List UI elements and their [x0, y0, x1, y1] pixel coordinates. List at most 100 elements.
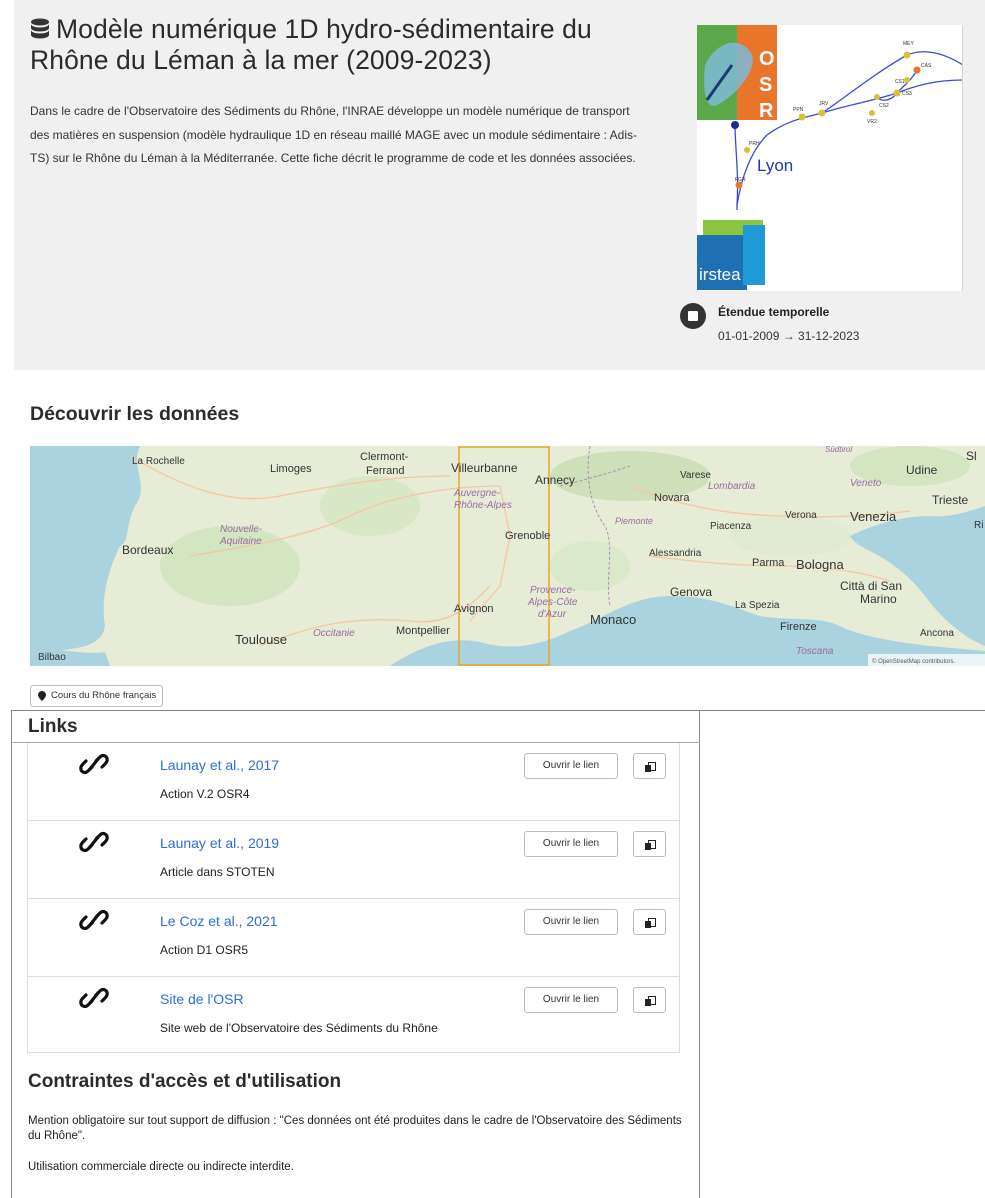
station-label: PRH — [749, 141, 760, 147]
map-label: Occitanie — [313, 628, 355, 639]
map-canvas[interactable]: La Rochelle Limoges Clermont- Ferrand Vi… — [30, 446, 985, 666]
map-label: La Rochelle — [132, 456, 185, 467]
link-subtitle: Action D1 OSR5 — [160, 943, 249, 957]
calendar-icon — [680, 303, 706, 329]
open-link-button[interactable]: Ouvrir le lien — [524, 987, 618, 1013]
link-title[interactable]: Launay et al., 2019 — [160, 835, 279, 851]
thumbnail-border — [962, 25, 963, 291]
page-title: Modèle numérique 1D hydro-sédimentaire d… — [30, 14, 670, 76]
station-label: FGR — [735, 177, 746, 183]
map-label: Bordeaux — [122, 543, 173, 557]
map-label: Parma — [752, 557, 785, 569]
map-label: Limoges — [270, 463, 312, 475]
link-row: Le Coz et al., 2021 Action D1 OSR5 Ouvri… — [28, 899, 679, 977]
page-title-wrap: Modèle numérique 1D hydro-sédimentaire d… — [30, 14, 670, 76]
copy-link-button[interactable] — [633, 831, 666, 857]
map-label: Bilbao — [38, 652, 66, 663]
map-label: Trieste — [932, 493, 969, 507]
database-icon — [31, 18, 49, 39]
link-icon — [79, 754, 109, 774]
map-label: Udine — [906, 463, 938, 477]
map-label: Auvergne- — [453, 488, 501, 499]
link-title[interactable]: Le Coz et al., 2021 — [160, 913, 278, 929]
temporal-extent-label: Étendue temporelle — [718, 305, 830, 319]
map-label: Toulouse — [235, 632, 287, 647]
osr-letter-s: S — [759, 74, 772, 96]
map-label: Marino — [860, 592, 897, 606]
link-title[interactable]: Site de l'OSR — [160, 991, 244, 1007]
station-label: CS1 — [895, 79, 905, 85]
link-row: Launay et al., 2019 Article dans STOTEN … — [28, 821, 679, 899]
osr-network-map-image: O S R MEY CAS CS1 CS2 CS3 JRV VR2 PPN PR… — [697, 25, 963, 291]
page-title-text: Modèle numérique 1D hydro-sédimentaire d… — [30, 14, 592, 75]
temporal-extent-range: 01-01-2009 → 31-12-2023 — [718, 329, 860, 343]
station-label: PPN — [793, 107, 804, 113]
map-label: Annecy — [535, 473, 575, 487]
link-subtitle: Article dans STOTEN — [160, 865, 275, 879]
constraints-mention: Mention obligatoire sur tout support de … — [28, 1115, 682, 1142]
station-label: CAS — [921, 63, 932, 69]
map-label: Toscana — [796, 646, 834, 657]
map-label: Piemonte — [615, 516, 653, 526]
map-legend-item[interactable]: Cours du Rhône français — [30, 685, 164, 707]
map-label: Venezia — [850, 509, 897, 524]
map-label: Lombardia — [708, 481, 756, 492]
constraints-usage: Utilisation commerciale directe ou indir… — [28, 1161, 294, 1173]
open-link-button[interactable]: Ouvrir le lien — [524, 831, 618, 857]
link-title[interactable]: Launay et al., 2017 — [160, 757, 279, 773]
dataset-description: Dans le cadre de l'Observatoire des Sédi… — [30, 104, 637, 165]
map-label: La Spezia — [735, 600, 780, 611]
map-label: Alpes-Côte — [527, 597, 578, 608]
discover-section-title: Découvrir les données — [30, 403, 240, 425]
link-icon — [79, 988, 109, 1008]
map-label: Varese — [680, 470, 711, 481]
station-label: CS3 — [902, 91, 912, 97]
constraints-section-title: Contraintes d'accès et d'utilisation — [28, 1071, 342, 1092]
links-list: Launay et al., 2017 Action V.2 OSR4 Ouvr… — [27, 743, 680, 1053]
copy-link-button[interactable] — [633, 987, 666, 1013]
map-pin-icon — [38, 691, 46, 701]
osr-letter-r: R — [759, 100, 774, 122]
map-label: Südtirol — [825, 446, 852, 454]
station-label: MEY — [903, 41, 915, 47]
map-label: Piacenza — [710, 521, 752, 532]
dataset-thumbnail[interactable]: O S R MEY CAS CS1 CS2 CS3 JRV VR2 PPN PR… — [697, 25, 963, 291]
map-label: Ri — [974, 520, 983, 531]
city-label-lyon: Lyon — [757, 156, 793, 175]
map-label: Ferrand — [366, 465, 405, 477]
copy-link-button[interactable] — [633, 909, 666, 935]
open-link-button[interactable]: Ouvrir le lien — [524, 909, 618, 935]
map-label: Veneto — [850, 478, 882, 489]
map-label: Novara — [654, 492, 690, 504]
map-label: Alessandria — [649, 548, 702, 559]
open-link-button[interactable]: Ouvrir le lien — [524, 753, 618, 779]
map-label: Provence- — [530, 585, 576, 596]
map-label: Monaco — [590, 612, 636, 627]
map-label: Montpellier — [396, 625, 450, 637]
map-label: Bologna — [796, 557, 844, 572]
station-label: CS2 — [879, 103, 889, 109]
map-attribution[interactable]: © OpenStreetMap contributors. — [872, 658, 955, 665]
map-legend-label: Cours du Rhône français — [51, 690, 157, 701]
copy-link-button[interactable] — [633, 753, 666, 779]
map-label: Aquitaine — [219, 536, 262, 547]
map-label: Ancona — [920, 628, 954, 639]
map-label: Villeurbanne — [451, 461, 518, 475]
link-subtitle: Action V.2 OSR4 — [160, 787, 250, 801]
map-label: d'Azur — [538, 609, 567, 620]
map-label: Firenze — [780, 621, 817, 633]
map-label: Grenoble — [505, 530, 550, 542]
data-extent-map[interactable]: La Rochelle Limoges Clermont- Ferrand Vi… — [30, 446, 985, 666]
map-label: Sl — [966, 449, 977, 463]
link-icon — [79, 832, 109, 852]
links-section-title: Links — [28, 716, 78, 737]
osr-letter-o: O — [759, 48, 775, 70]
station-label: VR2 — [867, 119, 877, 125]
map-label: Verona — [785, 510, 817, 521]
map-label: Rhône-Alpes — [454, 500, 512, 511]
station-label: JRV — [819, 101, 829, 107]
irstea-logo-text: irstea — [699, 265, 741, 284]
map-label: Genova — [670, 585, 712, 599]
link-icon — [79, 910, 109, 930]
map-label: Clermont- — [360, 451, 409, 463]
